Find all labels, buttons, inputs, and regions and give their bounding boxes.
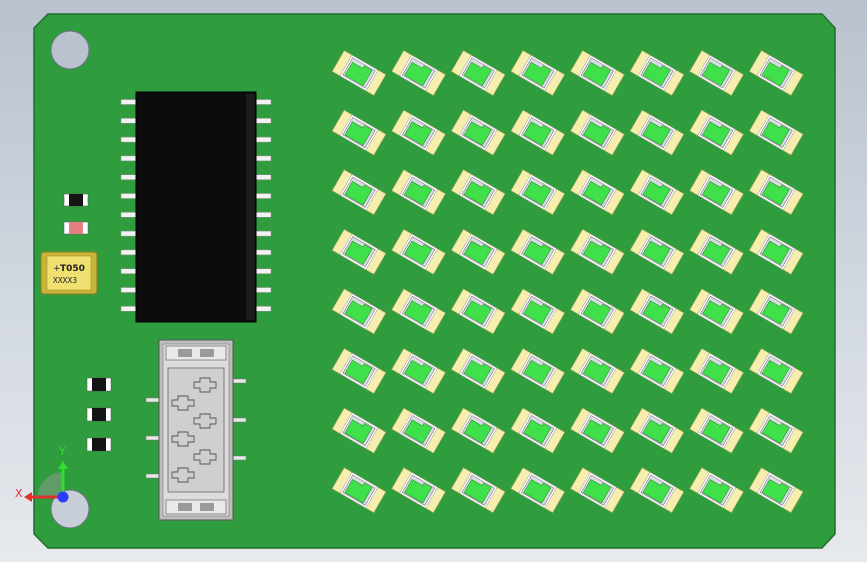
capacitor-marking-code: XXXX3: [53, 276, 77, 285]
ic-body: [135, 91, 257, 323]
ic-pin: [120, 212, 138, 218]
ic-chip[interactable]: [120, 91, 272, 323]
smd-component-1[interactable]: [86, 377, 112, 392]
ic-pin: [254, 249, 272, 256]
ic-pin: [120, 155, 138, 162]
ic-pin: [120, 268, 138, 274]
ic-pin: [254, 212, 272, 218]
ic-pin: [254, 268, 272, 274]
ic-body-shade: [246, 94, 255, 320]
ic-pin: [254, 174, 272, 180]
smd-component-2[interactable]: [86, 407, 112, 422]
ic-pin: [254, 99, 272, 105]
ic-pin: [120, 287, 138, 293]
y-axis-label: Y: [58, 445, 66, 458]
ic-pin: [254, 155, 272, 162]
z-axis-dot: [57, 491, 69, 503]
tantalum-capacitor[interactable]: + T050 XXXX3: [40, 251, 98, 295]
x-axis-label: X: [15, 487, 23, 500]
ic-pin: [254, 193, 272, 199]
cad-viewport[interactable]: + T050 XXXX3 X Y: [0, 0, 867, 562]
ic-pin: [120, 174, 138, 180]
ic-pin: [120, 249, 138, 256]
resistor-r1[interactable]: [63, 193, 89, 207]
x-axis-arrow: [24, 492, 32, 502]
mounting-hole-top-left: [50, 30, 90, 70]
ic-pin: [254, 230, 272, 237]
ic-pin: [120, 136, 138, 143]
ic-pin: [254, 306, 272, 312]
ic-pin: [120, 118, 138, 124]
resistor-r2[interactable]: [63, 221, 89, 235]
connector-switch[interactable]: [145, 339, 247, 521]
ic-pin: [120, 230, 138, 237]
ic-pin: [254, 136, 272, 143]
capacitor-marking-value: T050: [60, 264, 85, 274]
ic-pin: [254, 287, 272, 293]
ic-pin: [120, 193, 138, 199]
smd-component-3[interactable]: [86, 437, 112, 452]
ic-pin: [120, 306, 138, 312]
ic-pin: [120, 99, 138, 105]
ic-pin: [254, 118, 272, 124]
